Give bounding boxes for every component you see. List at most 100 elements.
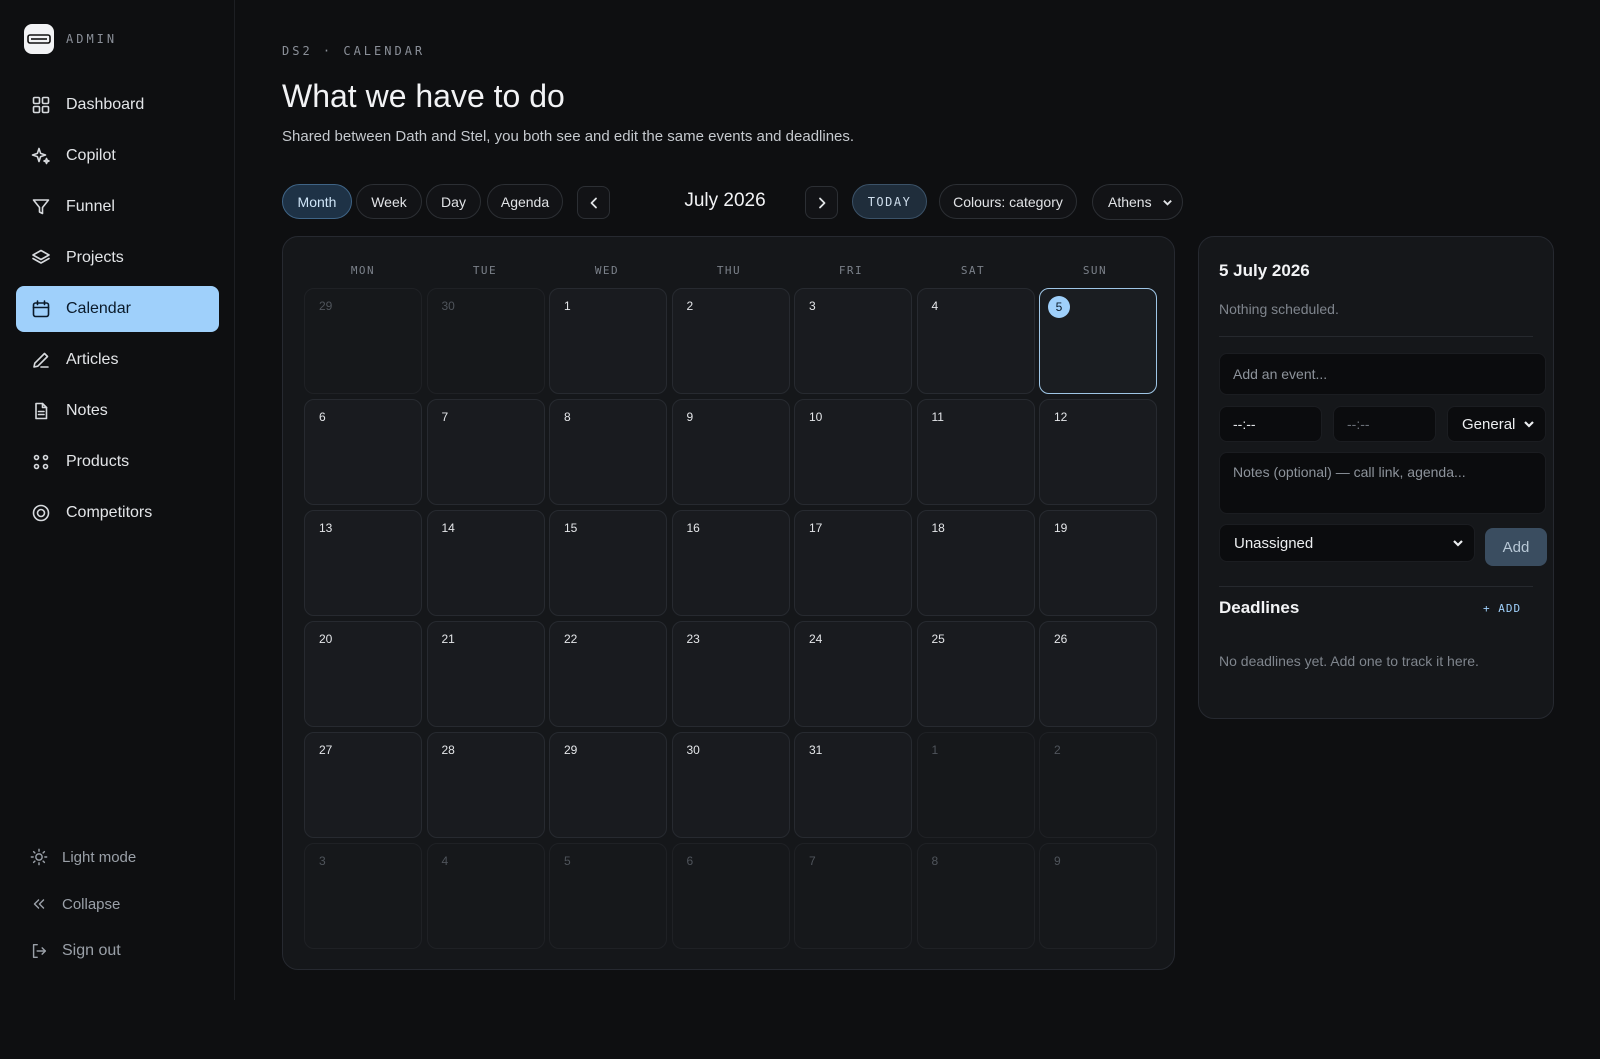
day-cell[interactable]: 21 bbox=[426, 621, 545, 727]
day-number: 21 bbox=[441, 632, 455, 646]
day-cell[interactable]: 30 bbox=[671, 732, 790, 838]
view-month-button[interactable]: Month bbox=[282, 184, 352, 219]
timezone-select[interactable]: Athens bbox=[1092, 184, 1183, 220]
sidebar-item-label: Dashboard bbox=[66, 96, 145, 113]
day-number: 26 bbox=[1054, 632, 1068, 646]
day-cell[interactable]: 10 bbox=[794, 399, 912, 505]
day-number: 19 bbox=[1054, 521, 1068, 535]
day-cell[interactable]: 19 bbox=[1039, 510, 1157, 616]
day-cell[interactable]: 4 bbox=[916, 288, 1035, 394]
today-button[interactable]: TODAY bbox=[852, 184, 927, 219]
day-cell[interactable]: 23 bbox=[671, 621, 790, 727]
day-cell[interactable]: 29 bbox=[304, 288, 422, 394]
add-event-button[interactable]: Add bbox=[1485, 528, 1547, 566]
assignee-select[interactable]: Unassigned bbox=[1219, 524, 1475, 562]
sidebar-item-notes[interactable]: Notes bbox=[16, 388, 219, 434]
notes-textarea[interactable] bbox=[1219, 452, 1546, 514]
sidebar-item-competitors[interactable]: Competitors bbox=[16, 490, 219, 536]
sign-out-button[interactable]: Sign out bbox=[16, 932, 219, 970]
logo-icon[interactable] bbox=[24, 24, 54, 54]
next-month-button[interactable] bbox=[805, 186, 838, 219]
day-number: 3 bbox=[809, 299, 816, 313]
add-deadline-button[interactable]: + ADD bbox=[1483, 602, 1521, 615]
sidebar-item-dashboard[interactable]: Dashboard bbox=[16, 82, 219, 128]
light-mode-toggle[interactable]: Light mode bbox=[16, 838, 219, 876]
day-number: 29 bbox=[319, 299, 333, 313]
day-cell[interactable]: 7 bbox=[426, 399, 545, 505]
page-subtitle: Shared between Dath and Stel, you both s… bbox=[282, 128, 855, 145]
sidebar-item-calendar[interactable]: Calendar bbox=[16, 286, 219, 332]
category-select[interactable]: General bbox=[1447, 406, 1546, 442]
light-mode-label: Light mode bbox=[62, 848, 137, 866]
day-cell[interactable]: 22 bbox=[549, 621, 667, 727]
day-cell[interactable]: 27 bbox=[304, 732, 422, 838]
sidebar-item-funnel[interactable]: Funnel bbox=[16, 184, 219, 230]
day-cell[interactable]: 8 bbox=[916, 843, 1035, 949]
day-cell[interactable]: 29 bbox=[549, 732, 667, 838]
day-cell[interactable]: 6 bbox=[304, 399, 422, 505]
calendar-toolbar: Month Week Day Agenda July 2026 TODAY Co… bbox=[282, 184, 1183, 220]
day-cell[interactable]: 31 bbox=[794, 732, 912, 838]
weekday-label: TUE bbox=[472, 264, 498, 277]
day-cell[interactable]: 13 bbox=[304, 510, 422, 616]
funnel-icon bbox=[30, 196, 52, 218]
day-cell[interactable]: 26 bbox=[1039, 621, 1157, 727]
day-cell[interactable]: 9 bbox=[671, 399, 790, 505]
day-cell[interactable]: 11 bbox=[916, 399, 1035, 505]
day-cell[interactable]: 3 bbox=[304, 843, 422, 949]
day-number: 18 bbox=[931, 521, 945, 535]
day-number: 12 bbox=[1054, 410, 1068, 424]
current-month-label: July 2026 bbox=[684, 190, 766, 211]
colours-select[interactable]: Colours: category bbox=[939, 184, 1077, 219]
day-cell[interactable]: 2 bbox=[671, 288, 790, 394]
start-time-input[interactable] bbox=[1219, 406, 1322, 442]
day-cell[interactable]: 30 bbox=[426, 288, 545, 394]
weekday-label: SAT bbox=[960, 264, 986, 277]
main-nav: Dashboard Copilot Funnel Projects Calend… bbox=[16, 82, 219, 541]
prev-month-button[interactable] bbox=[577, 186, 610, 219]
sidebar-item-products[interactable]: Products bbox=[16, 439, 219, 485]
day-cell[interactable]: 12 bbox=[1039, 399, 1157, 505]
day-cell[interactable]: 1 bbox=[549, 288, 667, 394]
view-agenda-button[interactable]: Agenda bbox=[487, 184, 563, 219]
day-cell[interactable]: 24 bbox=[794, 621, 912, 727]
view-day-button[interactable]: Day bbox=[426, 184, 481, 219]
chevron-down-icon bbox=[1524, 421, 1534, 428]
day-cell[interactable]: 17 bbox=[794, 510, 912, 616]
day-number: 10 bbox=[809, 410, 823, 424]
day-cell[interactable]: 28 bbox=[426, 732, 545, 838]
day-cell[interactable]: 1 bbox=[916, 732, 1035, 838]
day-cell[interactable]: 3 bbox=[794, 288, 912, 394]
day-cell[interactable]: 18 bbox=[916, 510, 1035, 616]
no-deadlines-text: No deadlines yet. Add one to track it he… bbox=[1219, 653, 1479, 669]
chevron-right-icon bbox=[818, 197, 825, 208]
day-cell[interactable]: 25 bbox=[916, 621, 1035, 727]
day-cell[interactable]: 8 bbox=[549, 399, 667, 505]
day-number: 13 bbox=[319, 521, 333, 535]
layers-icon bbox=[30, 247, 52, 269]
view-week-button[interactable]: Week bbox=[356, 184, 422, 219]
day-cell[interactable]: 6 bbox=[671, 843, 790, 949]
day-cell[interactable]: 4 bbox=[426, 843, 545, 949]
sidebar-item-articles[interactable]: Articles bbox=[16, 337, 219, 383]
day-cell[interactable]: 9 bbox=[1039, 843, 1157, 949]
day-number: 2 bbox=[686, 299, 694, 313]
weekday-label: WED bbox=[594, 264, 620, 277]
sidebar-item-copilot[interactable]: Copilot bbox=[16, 133, 219, 179]
day-cell[interactable]: 15 bbox=[549, 510, 667, 616]
day-cell[interactable]: 20 bbox=[304, 621, 422, 727]
weekday-label: MON bbox=[350, 264, 376, 277]
day-detail-panel: 5 July 2026 Nothing scheduled. General U… bbox=[1198, 236, 1554, 719]
day-cell[interactable]: 5 bbox=[549, 843, 667, 949]
day-cell[interactable]: 16 bbox=[671, 510, 790, 616]
day-cell[interactable]: 14 bbox=[426, 510, 545, 616]
event-title-input[interactable] bbox=[1219, 353, 1546, 395]
page-title: What we have to do bbox=[282, 78, 565, 114]
end-time-input[interactable] bbox=[1333, 406, 1436, 442]
collapse-button[interactable]: Collapse bbox=[16, 885, 219, 923]
day-number: 5 bbox=[1048, 296, 1070, 318]
sidebar-item-projects[interactable]: Projects bbox=[16, 235, 219, 281]
day-cell-selected[interactable]: 5 bbox=[1039, 288, 1157, 394]
day-cell[interactable]: 7 bbox=[794, 843, 912, 949]
day-cell[interactable]: 2 bbox=[1039, 732, 1157, 838]
